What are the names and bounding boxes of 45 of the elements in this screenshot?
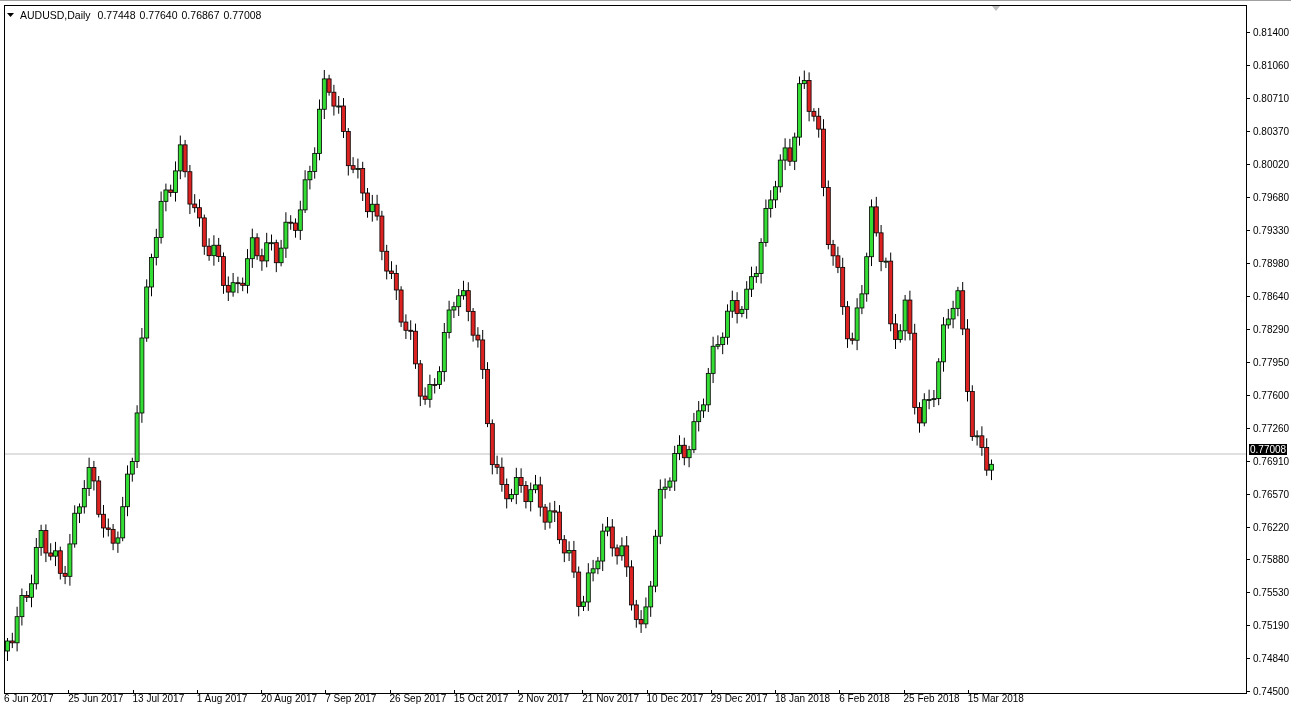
date-tick-label: 26 Sep 2017 <box>389 693 447 704</box>
price-tick-label: 0.79680 <box>1253 192 1290 204</box>
date-tick-label: 18 Jan 2018 <box>775 693 831 704</box>
price-tick-label: 0.77600 <box>1253 389 1290 401</box>
ohlc-value: 0.77448 <box>97 9 136 21</box>
price-tick-label: 0.75880 <box>1253 554 1290 566</box>
date-tick-label: 20 Aug 2017 <box>261 693 318 704</box>
price-tick-label: 0.80020 <box>1253 159 1290 171</box>
price-tick-label: 0.81060 <box>1253 60 1290 72</box>
date-tick-label: 7 Sep 2017 <box>325 693 377 704</box>
date-tick-label: 25 Jun 2017 <box>68 693 124 704</box>
price-tick-label: 0.80370 <box>1253 126 1290 138</box>
ohlc-value: 0.77008 <box>223 9 262 21</box>
date-tick-label: 15 Mar 2018 <box>967 693 1024 704</box>
price-tick-label: 0.76220 <box>1253 521 1290 533</box>
dropdown-caret-icon[interactable] <box>7 13 14 17</box>
current-price-label: 0.77008 <box>1249 444 1288 455</box>
price-tick-label: 0.80710 <box>1253 93 1290 105</box>
price-tick-label: 0.76570 <box>1253 488 1290 500</box>
date-tick-label: 29 Dec 2017 <box>710 693 768 704</box>
ohlc-value: 0.76867 <box>181 9 220 21</box>
price-tick-label: 0.78980 <box>1253 258 1290 270</box>
date-tick-label: 6 Feb 2018 <box>839 693 890 704</box>
price-tick-label: 0.75530 <box>1253 587 1290 599</box>
date-tick-label: 25 Feb 2018 <box>903 693 960 704</box>
ohlc-value: 0.77640 <box>139 9 178 21</box>
date-tick-label: 13 Jul 2017 <box>132 693 185 704</box>
price-tick-label: 0.74500 <box>1253 686 1290 698</box>
price-tick-label: 0.81400 <box>1253 27 1290 39</box>
price-tick-label: 0.75190 <box>1253 620 1290 632</box>
shift-marker-icon[interactable] <box>992 6 1000 11</box>
date-tick-label: 10 Dec 2017 <box>646 693 704 704</box>
price-tick-label: 0.78290 <box>1253 323 1290 335</box>
price-tick-label: 0.77260 <box>1253 422 1290 434</box>
price-tick-label: 0.78640 <box>1253 290 1290 302</box>
price-tick-label: 0.77950 <box>1253 356 1290 368</box>
symbol-label: AUDUSD,Daily <box>20 9 91 21</box>
price-tick-label: 0.79330 <box>1253 225 1290 237</box>
date-tick-label: 1 Aug 2017 <box>196 693 248 704</box>
date-tick-label: 21 Nov 2017 <box>582 693 639 704</box>
price-tick-label: 0.76910 <box>1253 455 1290 467</box>
date-tick-label: 15 Oct 2017 <box>453 693 509 704</box>
date-tick-label: 2 Nov 2017 <box>518 693 570 704</box>
price-tick-label: 0.74840 <box>1253 653 1290 665</box>
date-tick-label: 6 Jun 2017 <box>4 693 54 704</box>
